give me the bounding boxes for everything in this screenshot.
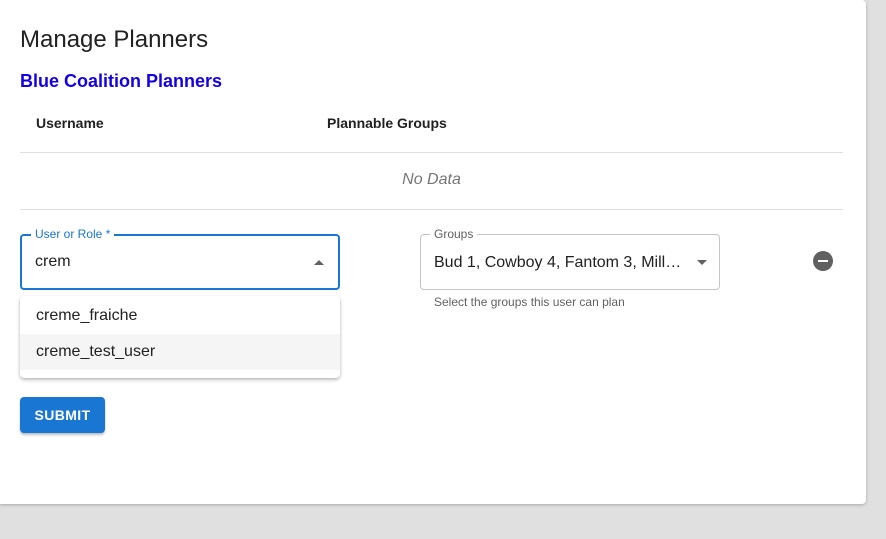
groups-label: Groups <box>430 227 478 241</box>
column-header-plannable-groups[interactable]: Plannable Groups <box>327 115 447 131</box>
column-header-username[interactable]: Username <box>36 115 104 131</box>
manage-planners-card: Manage Planners Blue Coalition Planners … <box>0 0 866 504</box>
page-title: Manage Planners <box>20 26 209 53</box>
user-or-role-label: User or Role * <box>31 227 115 241</box>
caret-up-icon[interactable] <box>314 260 324 265</box>
section-title: Blue Coalition Planners <box>20 71 223 91</box>
table-empty-text: No Data <box>402 171 461 188</box>
caret-down-icon[interactable] <box>697 260 707 265</box>
table-header-divider <box>20 152 843 153</box>
groups-selected-value[interactable]: Bud 1, Cowboy 4, Fantom 3, Mille… <box>434 254 686 272</box>
groups-helper-text: Select the groups this user can plan <box>434 295 625 309</box>
table-footer-divider <box>20 209 843 210</box>
groups-select[interactable]: Groups Bud 1, Cowboy 4, Fantom 3, Mille… <box>420 227 720 290</box>
dropdown-option[interactable]: creme_fraiche <box>20 298 340 334</box>
submit-button[interactable]: SUBMIT <box>20 397 105 433</box>
dropdown-option[interactable]: creme_test_user <box>20 334 340 370</box>
remove-circle-icon[interactable] <box>813 251 833 271</box>
user-autocomplete-dropdown: creme_fraiche creme_test_user <box>20 296 340 378</box>
user-or-role-input[interactable]: crem <box>35 253 71 271</box>
minus-bar <box>818 260 828 262</box>
user-or-role-field[interactable]: User or Role * crem <box>20 227 340 290</box>
